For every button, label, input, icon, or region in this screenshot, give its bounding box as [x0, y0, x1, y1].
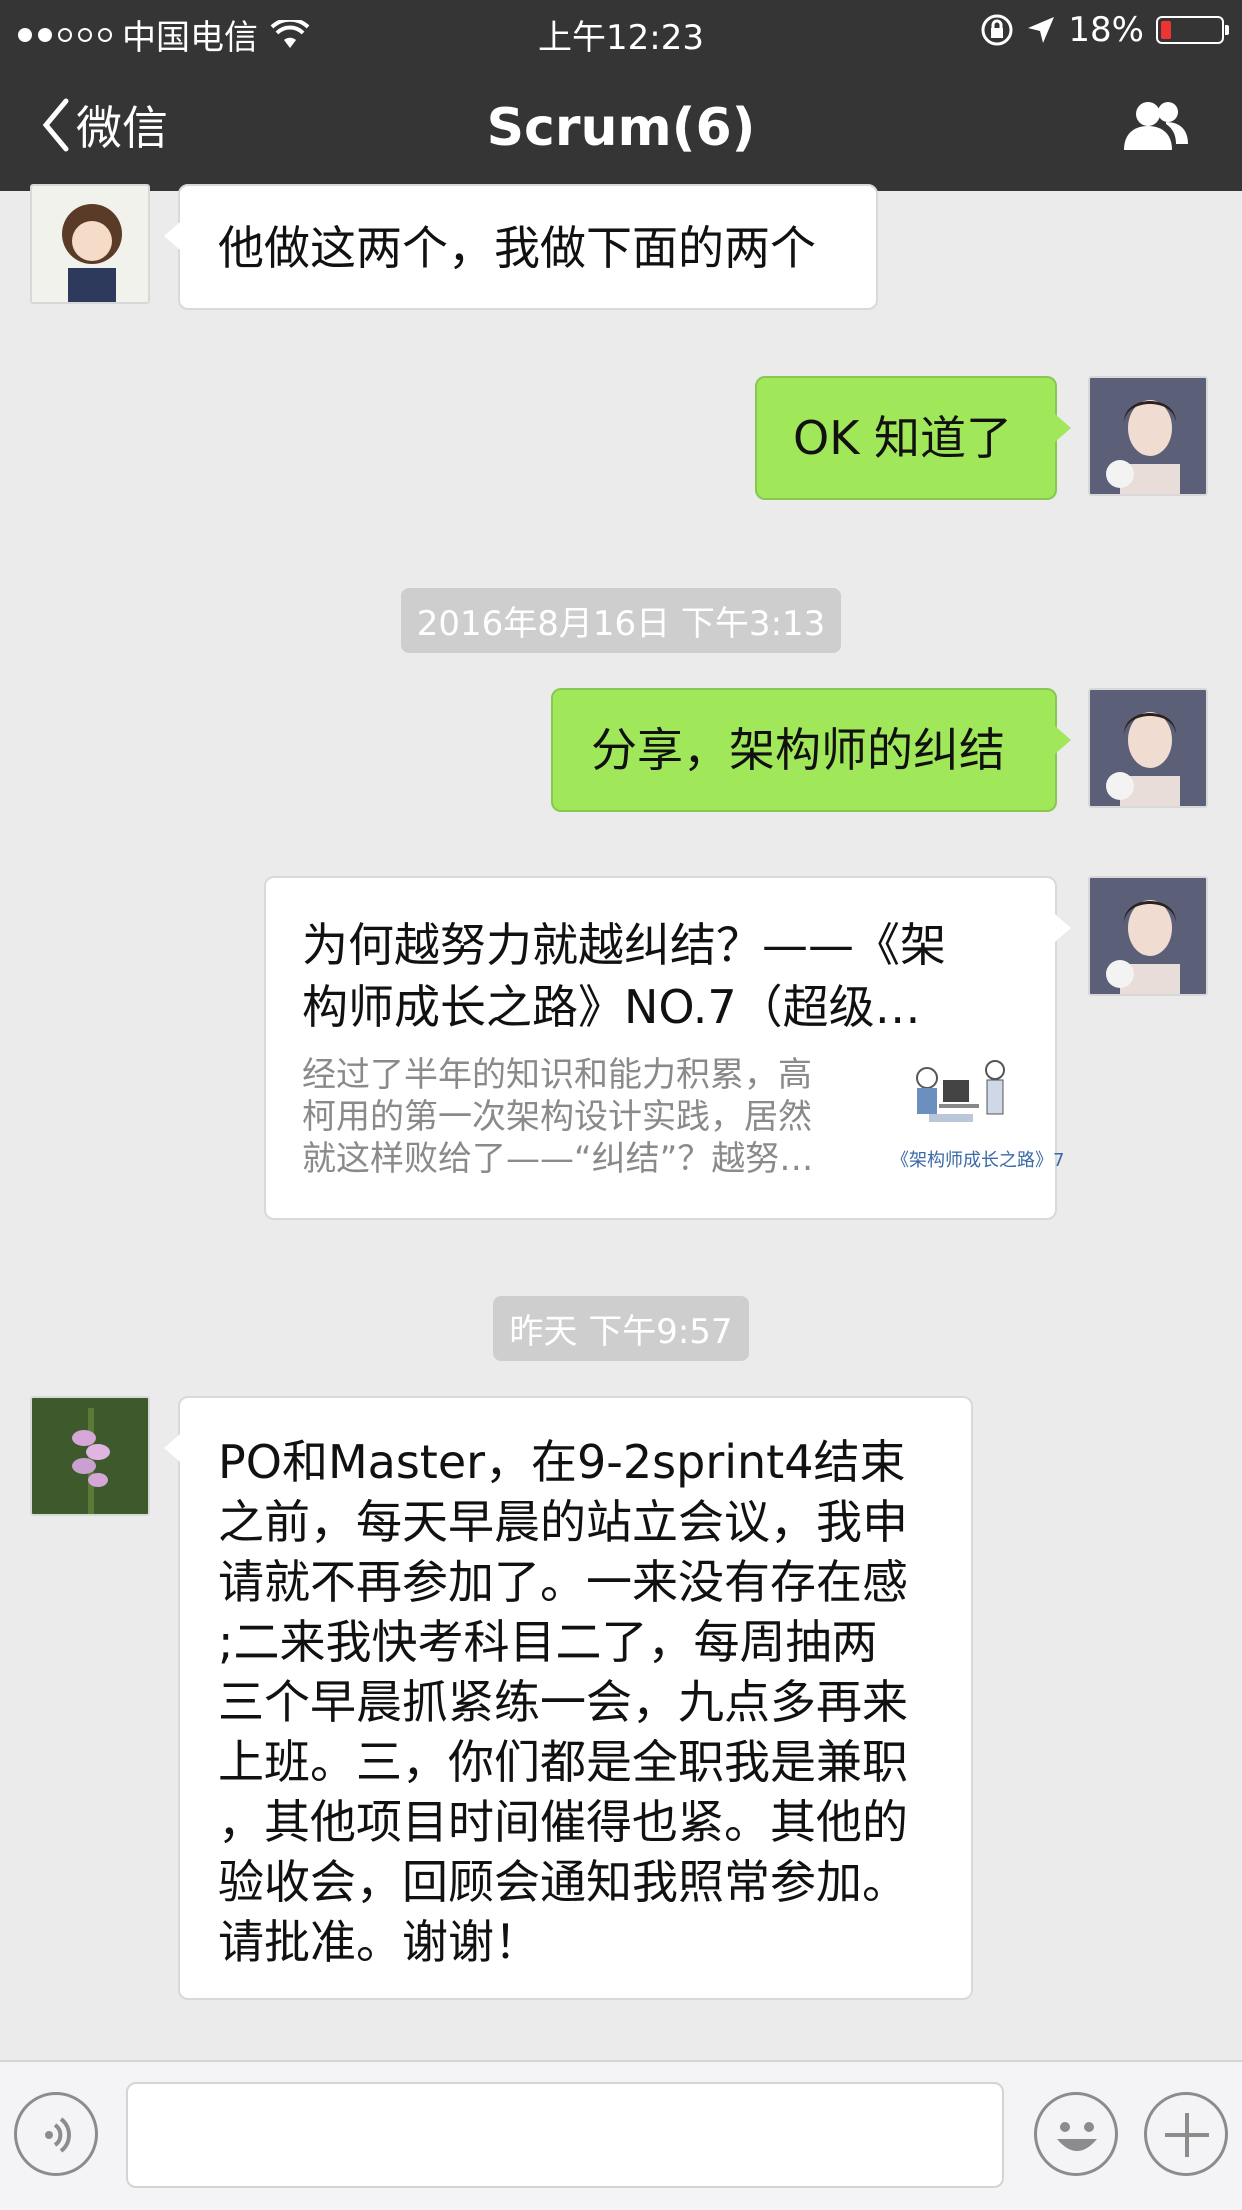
- voice-input-button[interactable]: [14, 2092, 98, 2176]
- orientation-lock-icon: [981, 14, 1013, 46]
- portrait-avatar-image: [1090, 878, 1206, 994]
- status-right: 18%: [980, 10, 1229, 50]
- input-bar: [0, 2060, 1242, 2210]
- voice-icon: [45, 2117, 71, 2153]
- message-text: 他做这两个，我做下面的两个: [218, 221, 816, 275]
- timestamp-text: 昨天 下午9:57: [493, 1296, 749, 1361]
- flower-avatar-image: [32, 1398, 148, 1514]
- sender-avatar[interactable]: [30, 1396, 150, 1516]
- group-info-button[interactable]: [1120, 98, 1192, 158]
- message-bubble[interactable]: 他做这两个，我做下面的两个: [164, 184, 878, 310]
- status-bar: 中国电信 上午12:23 18%: [0, 0, 1242, 62]
- message-text: PO和Master，在9-2sprint4结束 之前，每天早晨的站立会议，我申 …: [218, 1435, 908, 1969]
- link-card-description: 经过了半年的知识和能力积累，高 柯用的第一次架构设计实践，居然 就这样败给了——…: [302, 1055, 814, 1179]
- portrait-avatar-image: [1090, 690, 1206, 806]
- emoji-button[interactable]: [1034, 2092, 1118, 2176]
- thumbnail-caption: 《架构师成长之路》7: [891, 1150, 1065, 1171]
- location-arrow-icon: [1028, 17, 1055, 43]
- message-bubble[interactable]: PO和Master，在9-2sprint4结束 之前，每天早晨的站立会议，我申 …: [164, 1396, 973, 2000]
- smiley-icon: [1057, 2122, 1097, 2151]
- portrait-avatar-image: [1090, 378, 1206, 494]
- chat-title: Scrum(6): [486, 98, 756, 158]
- message-text: 分享，架构师的纠结: [591, 723, 1005, 777]
- message-text: OK 知道了: [793, 411, 1012, 465]
- link-card-title: 为何越努力就越纠结？——《架 构师成长之路》NO.7（超级…: [302, 918, 946, 1034]
- timestamp: 2016年8月16日 下午3:13: [0, 588, 1242, 653]
- self-avatar[interactable]: [1088, 376, 1208, 496]
- message-input[interactable]: [126, 2082, 1004, 2188]
- self-avatar[interactable]: [1088, 876, 1208, 996]
- more-options-button[interactable]: [1144, 2092, 1228, 2176]
- message-bubble-self[interactable]: 分享，架构师的纠结: [551, 688, 1071, 812]
- message-bubble-self[interactable]: OK 知道了: [755, 376, 1071, 500]
- group-members-icon: [1124, 102, 1188, 150]
- architect-illustration-image: [899, 1054, 1019, 1150]
- navigation-bar: 微信 Scrum(6): [0, 62, 1242, 191]
- battery-icon: [1156, 16, 1229, 44]
- top-bar: 中国电信 上午12:23 18% 微信 Scrum(6): [0, 0, 1242, 191]
- link-card[interactable]: 为何越努力就越纠结？——《架 构师成长之路》NO.7（超级… 经过了半年的知识和…: [264, 876, 1071, 1220]
- plus-icon: [1165, 2113, 1209, 2157]
- timestamp: 昨天 下午9:57: [0, 1296, 1242, 1361]
- timestamp-text: 2016年8月16日 下午3:13: [400, 588, 842, 653]
- battery-percent: 18%: [1068, 10, 1144, 50]
- link-card-thumbnail: 《架构师成长之路》7: [891, 1054, 1064, 1174]
- anime-avatar-image: [32, 186, 148, 302]
- self-avatar[interactable]: [1088, 688, 1208, 808]
- sender-avatar[interactable]: [30, 184, 150, 304]
